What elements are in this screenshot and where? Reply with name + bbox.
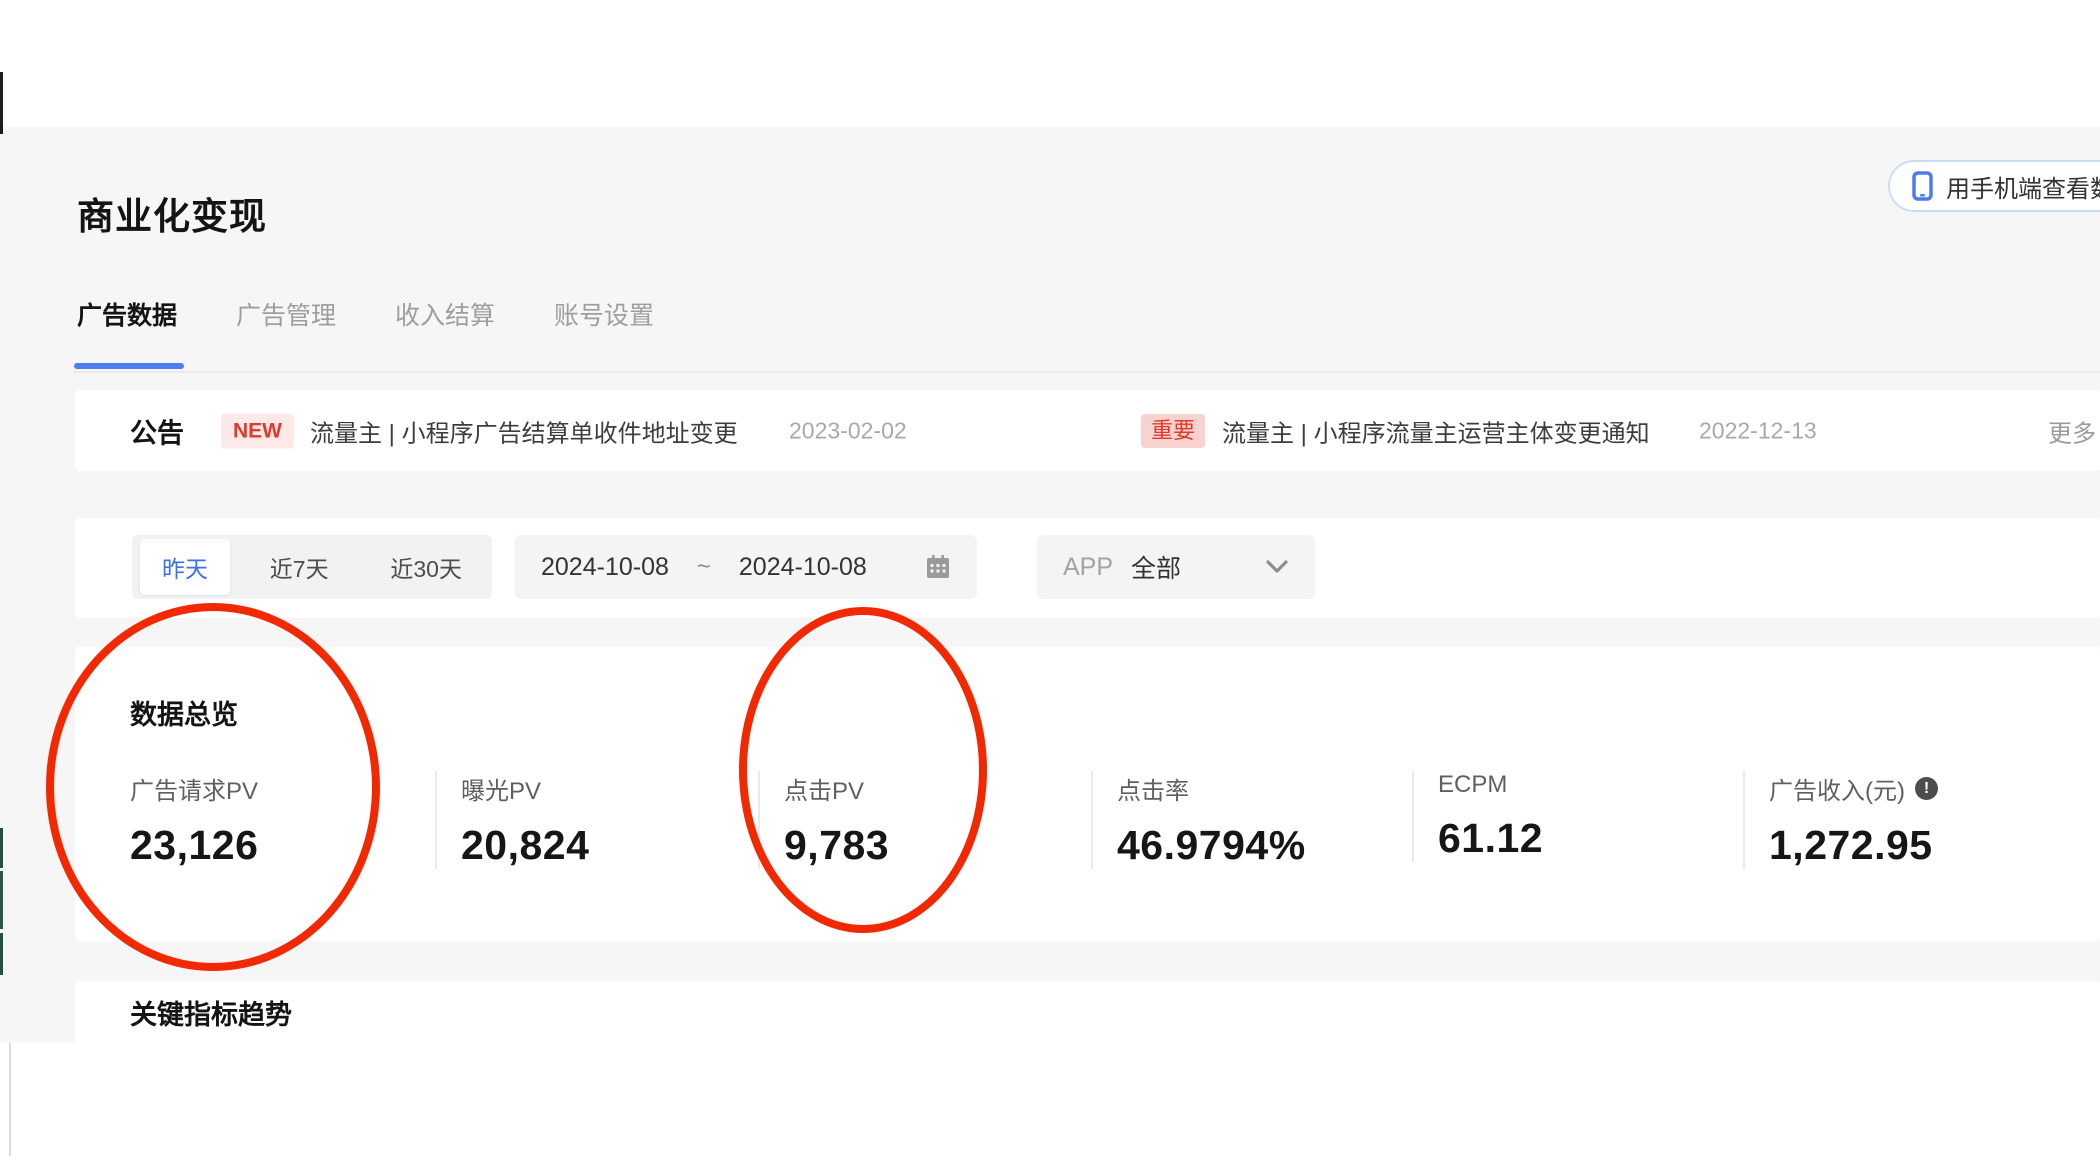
window-edge-artifact (0, 72, 3, 134)
data-overview-title: 数据总览 (130, 700, 238, 730)
announcement-date-1: 2023-02-02 (789, 417, 907, 443)
page-title: 商业化变现 (77, 196, 267, 237)
window-edge-artifact (0, 828, 3, 868)
announcement-link-2[interactable]: 流量主 | 小程序流量主运营主体变更通知 (1222, 413, 1650, 448)
range-last30days-button[interactable]: 近30天 (368, 539, 484, 595)
metric-label: ECPM (1438, 771, 1508, 798)
view-on-mobile-label: 用手机端查看数据 (1946, 175, 2100, 203)
announcement-title: 公告 (130, 418, 184, 448)
tab-ad-management[interactable]: 广告管理 (236, 296, 336, 342)
tab-income-settlement[interactable]: 收入结算 (395, 296, 495, 342)
window-edge-artifact (0, 933, 3, 975)
filter-bar: 昨天 近7天 近30天 2024-10-08 ~ 2024-10-08 APP … (75, 518, 2100, 618)
tab-account-settings[interactable]: 账号设置 (554, 296, 654, 342)
metric-label: 广告收入(元) (1769, 778, 1905, 805)
tab-ad-data[interactable]: 广告数据 (77, 296, 177, 342)
metric-label: 点击率 (1117, 778, 1189, 805)
quick-range-segmented-control: 昨天 近7天 近30天 (132, 535, 492, 599)
metric-value: 1,272.95 (1769, 822, 1933, 868)
view-on-mobile-button[interactable]: 用手机端查看数据 (1888, 160, 2100, 212)
metric-click-pv: 点击PV 9,783 (758, 771, 889, 869)
date-range-picker[interactable]: 2024-10-08 ~ 2024-10-08 (515, 535, 977, 599)
date-range-start: 2024-10-08 (541, 552, 669, 581)
metric-label: 广告请求PV (130, 778, 259, 805)
app-filter-select[interactable]: APP 全部 (1037, 535, 1315, 599)
active-tab-indicator (74, 363, 184, 369)
data-overview-card: 数据总览 广告请求PV 23,126 曝光PV 20,824 点击PV 9,78… (75, 647, 2100, 941)
key-indicator-trend-card: 关键指标趋势 (75, 981, 2100, 1156)
metric-label: 曝光PV (461, 778, 542, 805)
date-range-end: 2024-10-08 (738, 552, 867, 581)
metric-value: 9,783 (784, 822, 890, 868)
info-icon[interactable] (1914, 777, 1938, 800)
range-yesterday-button[interactable]: 昨天 (140, 539, 230, 595)
phone-icon (1912, 171, 1933, 201)
metric-value: 61.12 (1438, 815, 1544, 861)
metric-label: 点击PV (784, 778, 865, 805)
range-last7days-button[interactable]: 近7天 (248, 539, 351, 595)
important-badge: 重要 (1141, 413, 1206, 448)
window-edge-artifact (0, 871, 3, 929)
metric-value: 46.9794% (1117, 822, 1306, 868)
metric-ad-revenue: 广告收入(元) 1,272.95 (1743, 771, 1938, 869)
metric-ecpm: ECPM 61.12 (1412, 771, 1543, 862)
tab-bar: 广告数据 广告管理 收入结算 账号设置 (77, 296, 654, 342)
monetization-dashboard: 商业化变现 用手机端查看数据 广告数据 广告管理 收入结算 账号设置 公告 NE… (0, 0, 2100, 1156)
metric-exposure-pv: 曝光PV 20,824 (435, 771, 589, 869)
chevron-down-icon (1265, 559, 1289, 575)
announcement-bar: 公告 NEW 流量主 | 小程序广告结算单收件地址变更 2023-02-02 重… (75, 390, 2100, 471)
metric-ad-request-pv: 广告请求PV 23,126 (130, 771, 258, 869)
metric-click-rate: 点击率 46.9794% (1091, 771, 1306, 869)
metric-value: 23,126 (130, 822, 259, 868)
tab-separator-line (74, 371, 2100, 373)
announcement-more-link[interactable]: 更多 (2048, 413, 2096, 448)
metric-value: 20,824 (461, 822, 590, 868)
announcement-link-1[interactable]: 流量主 | 小程序广告结算单收件地址变更 (310, 413, 738, 448)
app-filter-label: APP (1063, 552, 1114, 581)
date-range-separator: ~ (696, 553, 711, 580)
window-edge-artifact (9, 1043, 11, 1156)
app-filter-value: 全部 (1131, 555, 1182, 583)
new-badge: NEW (221, 413, 294, 448)
announcement-date-2: 2022-12-13 (1699, 417, 1817, 443)
key-indicator-trend-title: 关键指标趋势 (130, 1000, 292, 1030)
calendar-icon (925, 554, 951, 580)
